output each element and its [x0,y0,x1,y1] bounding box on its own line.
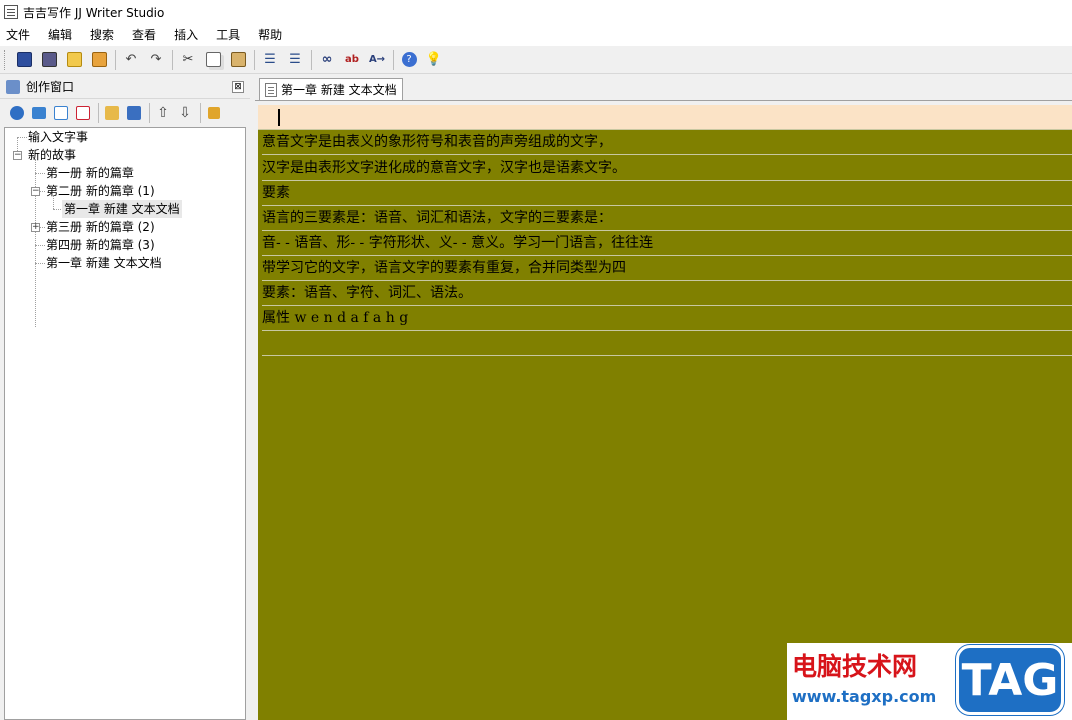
watermark-text: 电脑技术网 [792,652,918,681]
spell-check-icon[interactable]: ab [341,49,363,71]
menu-tools[interactable]: 工具 [210,24,252,46]
replace-icon[interactable]: A→ [366,49,388,71]
collapse-toggle[interactable]: − [13,151,22,160]
menu-edit[interactable]: 编辑 [42,24,84,46]
menu-insert[interactable]: 插入 [168,24,210,46]
tree-connector [35,245,45,246]
open-folder-icon[interactable] [63,49,85,71]
tip-icon[interactable]: 💡 [423,49,445,71]
tree-connector [35,173,45,174]
watermark-url: www.tagxp.com [792,687,937,706]
panel-toolbar-separator [149,103,150,123]
move-down-icon[interactable]: ⇩ [176,104,194,122]
new-chapter-icon[interactable] [30,104,48,122]
menu-view[interactable]: 查看 [126,24,168,46]
document-tabs: 第一章 新建 文本文档 [255,75,1072,101]
toolbar-separator [311,49,312,70]
editor-line[interactable]: 要素：语音、字符、词汇、语法。 [262,281,1072,306]
panel-toolbar-separator [200,103,201,123]
workspace-panel: 创作窗口 ⊠ ⇧ ⇩ − − + 输入文字事 新的故事 第一册 新的篇章 第二册 [0,75,250,720]
panel-toolbar-separator [98,103,99,123]
toolbar-grip[interactable] [4,49,7,70]
tree-item-selected[interactable]: 第一章 新建 文本文档 [62,200,182,218]
tree-item[interactable]: 第一章 新建 文本文档 [46,254,162,272]
toolbar-separator [115,49,116,70]
menu-search[interactable]: 搜索 [84,24,126,46]
properties-icon[interactable] [103,104,121,122]
tree-item[interactable]: 输入文字事 [28,128,88,146]
toolbar-separator [172,49,173,70]
cut-icon[interactable]: ✂ [177,49,199,71]
panel-icon [6,79,20,94]
editor-area: 第一章 新建 文本文档 意音文字是由表义的象形符号和表音的声旁组成的文字， 汉字… [255,75,1072,720]
menu-bar: 文件 编辑 搜索 查看 插入 工具 帮助 [0,24,1072,46]
editor-line[interactable]: 汉字是由表形文字进化成的意音文字，汉字也是语素文字。 [262,156,1072,181]
editor-line[interactable]: 语言的三要素是：语音、词汇和语法，文字的三要素是： [262,206,1072,231]
panel-close-button[interactable]: ⊠ [232,80,244,93]
tree-item[interactable]: 第三册 新的篇章 (2) [46,218,155,236]
undo-icon[interactable]: ↶ [120,49,142,71]
window-title: 吉吉写作 JJ Writer Studio [23,5,165,20]
help-icon[interactable]: ? [398,49,420,71]
copy-icon[interactable] [202,49,224,71]
find-icon[interactable]: ∞ [316,49,338,71]
tree-connector [35,263,45,264]
panel-title: 创作窗口 [26,80,75,94]
new-document-icon[interactable] [52,104,70,122]
save-all-icon[interactable] [38,49,60,71]
document-tab-label: 第一章 新建 文本文档 [281,83,397,97]
delete-icon[interactable] [74,104,92,122]
editor-line-current[interactable] [258,105,1072,130]
move-up-icon[interactable]: ⇧ [154,104,172,122]
paste-icon[interactable] [227,49,249,71]
expand-toggle[interactable]: + [31,223,40,232]
tree-item[interactable]: 第一册 新的篇章 [46,164,134,182]
close-icon[interactable] [88,49,110,71]
site-watermark: 电脑技术网 www.tagxp.com TAG [787,643,1072,720]
text-caret [278,109,280,126]
editor-line[interactable]: 属性 w e n d a f a h g [262,306,1072,331]
redo-icon[interactable]: ↷ [145,49,167,71]
indent-icon[interactable]: ☰ [259,49,281,71]
menu-help[interactable]: 帮助 [252,24,294,46]
lock-icon[interactable] [205,104,223,122]
tree-connector [35,159,36,327]
tree-item[interactable]: 第四册 新的篇章 (3) [46,236,155,254]
collapse-toggle[interactable]: − [31,187,40,196]
panel-header: 创作窗口 ⊠ [0,75,250,99]
watermark-logo: TAG [956,645,1064,715]
tree-item[interactable]: 第二册 新的篇章 (1) [46,182,155,200]
document-icon [265,82,277,97]
save-icon[interactable] [13,49,35,71]
toolbar-separator [393,49,394,70]
editor-line[interactable]: 音- - 语音、形- - 字符形状、义- - 意义。学习一门语言，往往连 [262,231,1072,256]
project-tree[interactable]: − − + 输入文字事 新的故事 第一册 新的篇章 第二册 新的篇章 (1) 第… [4,127,246,720]
editor-line[interactable]: 带学习它的文字，语言文字的要素有重复，合并同类型为四 [262,256,1072,281]
tree-item[interactable]: 新的故事 [28,146,76,164]
edit-icon[interactable] [125,104,143,122]
editor-line[interactable] [262,331,1072,356]
app-icon [4,5,18,19]
editor-line[interactable]: 要素 [262,181,1072,206]
toolbar-separator [254,49,255,70]
document-tab[interactable]: 第一章 新建 文本文档 [259,78,403,100]
new-book-icon[interactable] [8,104,26,122]
editor-line[interactable]: 意音文字是由表义的象形符号和表音的声旁组成的文字， [262,130,1072,155]
main-toolbar: ↶ ↷ ✂ ☰ ☰ ∞ ab A→ ? 💡 [0,46,1072,74]
text-editor[interactable]: 意音文字是由表义的象形符号和表音的声旁组成的文字， 汉字是由表形文字进化成的意音… [258,105,1072,720]
menu-file[interactable]: 文件 [0,24,42,46]
tree-connector [17,137,27,138]
title-bar: 吉吉写作 JJ Writer Studio [0,0,1072,24]
panel-toolbar: ⇧ ⇩ [0,99,250,127]
outdent-icon[interactable]: ☰ [284,49,306,71]
